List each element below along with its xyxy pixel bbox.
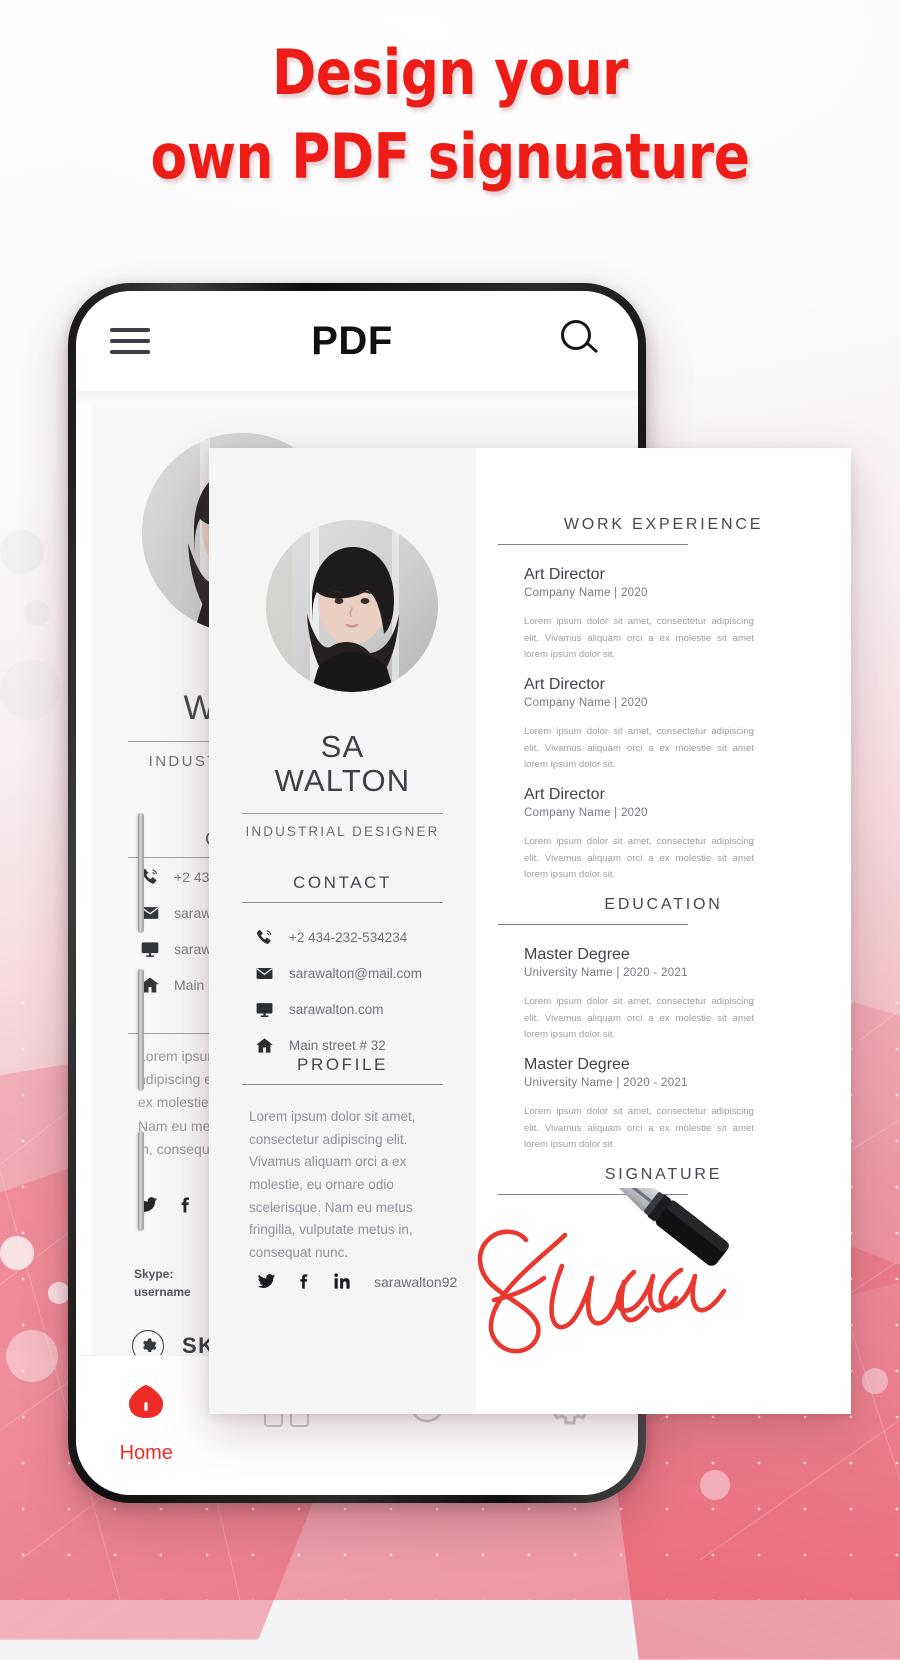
background-bubble — [6, 1330, 58, 1382]
resume-name-rule — [242, 813, 443, 815]
search-icon[interactable] — [560, 320, 602, 362]
work-entry-meta: Company Name | 2020 — [524, 697, 648, 709]
work-entry: Art Director Company Name | 2020 Lorem i… — [524, 786, 782, 884]
social-handle: sarawalton92 — [374, 1273, 458, 1290]
work-entry-body: Lorem ipsum dolor sit amet, consectetur … — [524, 616, 754, 660]
headline-line-2: own PDF signuature — [150, 120, 750, 193]
facebook-icon[interactable] — [295, 1272, 314, 1291]
contact-value-address: Main street # 32 — [289, 1038, 386, 1053]
social-row: sarawalton92 — [257, 1272, 457, 1291]
skype-username: username — [134, 1285, 191, 1299]
education-entry-meta: University Name | 2020 - 2021 — [524, 967, 688, 979]
resume-name-line2: WALTON — [274, 763, 411, 799]
profile-text: Lorem ipsum dolor sit amet, consectetur … — [249, 1109, 416, 1261]
education-rule — [498, 924, 688, 926]
education-entry-meta: University Name | 2020 - 2021 — [524, 1077, 688, 1089]
signature-rule — [498, 1194, 688, 1196]
education-entry-role: Master Degree — [524, 946, 630, 963]
background-bubble — [24, 600, 50, 626]
signature-heading: SIGNATURE — [604, 1166, 723, 1183]
skype-label: Skype: — [134, 1267, 174, 1281]
work-experience-heading: WORK EXPERIENCE — [563, 516, 764, 533]
twitter-icon[interactable] — [257, 1272, 276, 1291]
app-bar-divider — [76, 391, 638, 405]
work-entry-role: Art Director — [524, 676, 605, 693]
nav-label-home: Home — [119, 1442, 173, 1464]
contact-heading: CONTACT — [292, 873, 393, 892]
resume-card[interactable]: SA WALTON INDUSTRIAL DESIGNER CONTACT +2… — [209, 448, 851, 1414]
email-icon — [253, 964, 275, 983]
background-bubble — [862, 1368, 888, 1394]
resume-card-left-column: SA WALTON INDUSTRIAL DESIGNER CONTACT +2… — [209, 448, 476, 1414]
phone-volume-up-button — [138, 813, 144, 933]
contact-row-website: sarawalton.com — [253, 1000, 463, 1019]
resume-role: INDUSTRIAL DESIGNER — [245, 824, 440, 839]
education-entry-body: Lorem ipsum dolor sit amet, consectetur … — [524, 996, 754, 1040]
phone-icon — [253, 928, 275, 947]
work-entry-role: Art Director — [524, 786, 605, 803]
avatar — [266, 520, 438, 692]
resume-name-line1: SA — [320, 729, 365, 764]
work-entry-body: Lorem ipsum dolor sit amet, consectetur … — [524, 726, 754, 770]
background-bubble — [48, 1282, 70, 1304]
contact-row-email: sarawalton@mail.com — [253, 964, 463, 983]
home-address-icon — [253, 1036, 275, 1055]
app-bar: PDF — [76, 291, 638, 391]
background-bubble — [0, 660, 60, 720]
background-bubble — [0, 1236, 34, 1270]
education-heading: EDUCATION — [604, 896, 723, 913]
linkedin-icon[interactable] — [333, 1272, 352, 1291]
contact-rule — [242, 902, 443, 904]
skype-info: Skype: username — [134, 1265, 191, 1301]
contact-value-website: sarawalton.com — [289, 1002, 384, 1017]
contact-value-email: sarawalton@mail.com — [289, 966, 422, 981]
education-entry: Master Degree University Name | 2020 - 2… — [524, 946, 782, 1044]
work-entry: Art Director Company Name | 2020 Lorem i… — [524, 566, 782, 664]
app-title: PDF — [311, 318, 393, 363]
monitor-website-icon — [253, 1000, 275, 1019]
work-entry-meta: Company Name | 2020 — [524, 807, 648, 819]
work-entry-meta: Company Name | 2020 — [524, 587, 648, 599]
background-bubble — [0, 530, 44, 574]
work-entry: Art Director Company Name | 2020 Lorem i… — [524, 676, 782, 774]
resume-name: SA WALTON — [209, 729, 476, 799]
education-entry-body: Lorem ipsum dolor sit amet, consectetur … — [524, 1106, 754, 1150]
profile-rule — [242, 1084, 443, 1086]
facebook-icon[interactable] — [176, 1195, 196, 1215]
background-bubble — [700, 1470, 730, 1500]
work-experience-rule — [498, 544, 688, 546]
home-icon — [129, 1385, 164, 1418]
education-entry: Master Degree University Name | 2020 - 2… — [524, 1056, 782, 1154]
nav-item-home[interactable]: Home — [76, 1382, 217, 1465]
promo-headline: Design your own PDF signuature — [63, 42, 837, 188]
contact-row-phone: +2 434-232-534234 — [253, 928, 463, 947]
resume-card-right-column: WORK EXPERIENCE Art Director Company Nam… — [476, 448, 851, 1414]
education-entry-role: Master Degree — [524, 1056, 630, 1073]
contact-value-phone: +2 434-232-534234 — [289, 930, 408, 945]
work-entry-role: Art Director — [524, 566, 605, 583]
work-entry-body: Lorem ipsum dolor sit amet, consectetur … — [524, 836, 754, 880]
phone-power-button — [138, 1131, 144, 1231]
phone-volume-down-button — [138, 969, 144, 1091]
contact-list: +2 434-232-534234 sarawalton@mail.com sa… — [253, 928, 463, 1072]
profile-heading: PROFILE — [297, 1055, 388, 1074]
contact-row-address: Main street # 32 — [253, 1036, 463, 1055]
monitor-website-icon — [141, 942, 159, 957]
headline-line-1: Design your — [271, 36, 629, 109]
